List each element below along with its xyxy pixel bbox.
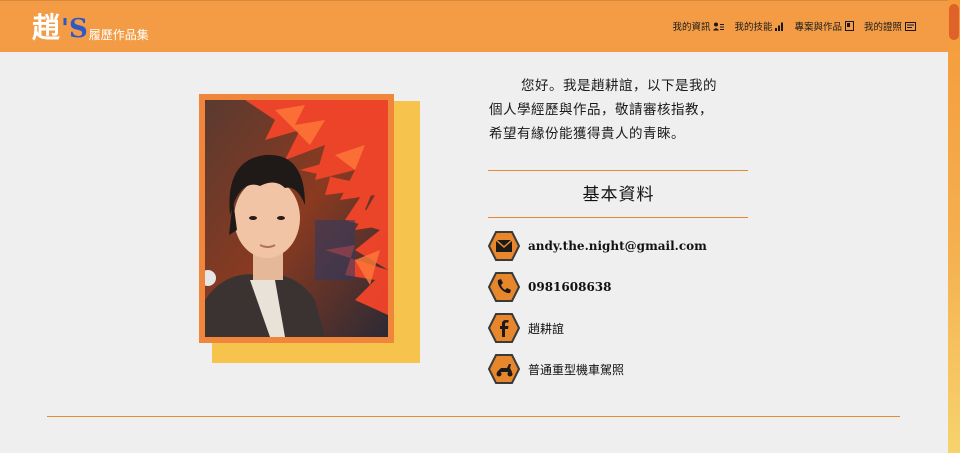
intro-line-3: 希望有緣份能獲得貴人的青睞。 [489, 126, 685, 142]
vertical-scrollbar[interactable] [948, 0, 960, 453]
nav-item-projects[interactable]: 專案與作品 [794, 19, 854, 33]
divider-top [488, 170, 748, 171]
info-row-facebook: 趙耕誼 [488, 313, 707, 343]
nav-item-certificates[interactable]: 我的證照 [864, 19, 916, 33]
nav-item-my-info[interactable]: 我的資訊 [672, 19, 725, 33]
facebook-icon [488, 313, 520, 343]
license-text: 普通重型機車駕照 [528, 362, 625, 377]
intro-line-2: 個人學經歷與作品，敬請審核指教， [489, 102, 713, 118]
profile-photo [205, 100, 388, 337]
info-row-license: 普通重型機車駕照 [488, 354, 707, 384]
nav-item-label: 我的證照 [863, 22, 902, 33]
intro-paragraph: 您好。我是趙耕誼，以下是我的 個人學經歷與作品，敬請審核指教， 希望有緣份能獲得… [489, 74, 751, 146]
nav-item-label: 我的技能 [734, 22, 773, 33]
brand-main-text: 趙 [32, 11, 61, 44]
phone-text[interactable]: 0981608638 [528, 280, 612, 294]
brand-subtitle: 履歷作品集 [88, 28, 149, 42]
file-icon [844, 21, 854, 31]
nav-menu: 我的資訊 我的技能 專案與作品 我的證照 [672, 19, 916, 33]
user-list-icon [713, 22, 725, 31]
scooter-icon [488, 354, 520, 384]
photo-frame [199, 94, 394, 343]
email-text[interactable]: andy.the.night@gmail.com [528, 239, 707, 253]
basic-info-list: andy.the.night@gmail.com 0981608638 趙耕誼 … [488, 231, 707, 395]
certificate-icon [905, 21, 916, 31]
basic-info-title: 基本資料 [582, 185, 655, 205]
profile-photo-card [199, 94, 421, 364]
signal-bars-icon [775, 22, 784, 31]
brand-logo[interactable]: 趙 'S 履歷作品集 [32, 8, 149, 45]
nav-item-label: 我的資訊 [672, 22, 711, 33]
info-row-email: andy.the.night@gmail.com [488, 231, 707, 261]
facebook-text[interactable]: 趙耕誼 [528, 320, 564, 337]
scrollbar-thumb[interactable] [949, 4, 959, 40]
info-row-phone: 0981608638 [488, 272, 707, 302]
phone-icon [488, 272, 520, 302]
divider-bottom [488, 217, 748, 218]
intro-line-1: 您好。我是趙耕誼，以下是我的 [521, 78, 717, 94]
brand-apostrophe-s: 'S [61, 14, 88, 44]
section-divider [47, 416, 900, 417]
nav-item-label: 專案與作品 [794, 22, 842, 33]
envelope-icon [488, 231, 520, 261]
top-navbar: 趙 'S 履歷作品集 我的資訊 我的技能 專案與作品 我的證照 [0, 0, 948, 52]
nav-item-my-skills[interactable]: 我的技能 [734, 19, 784, 33]
